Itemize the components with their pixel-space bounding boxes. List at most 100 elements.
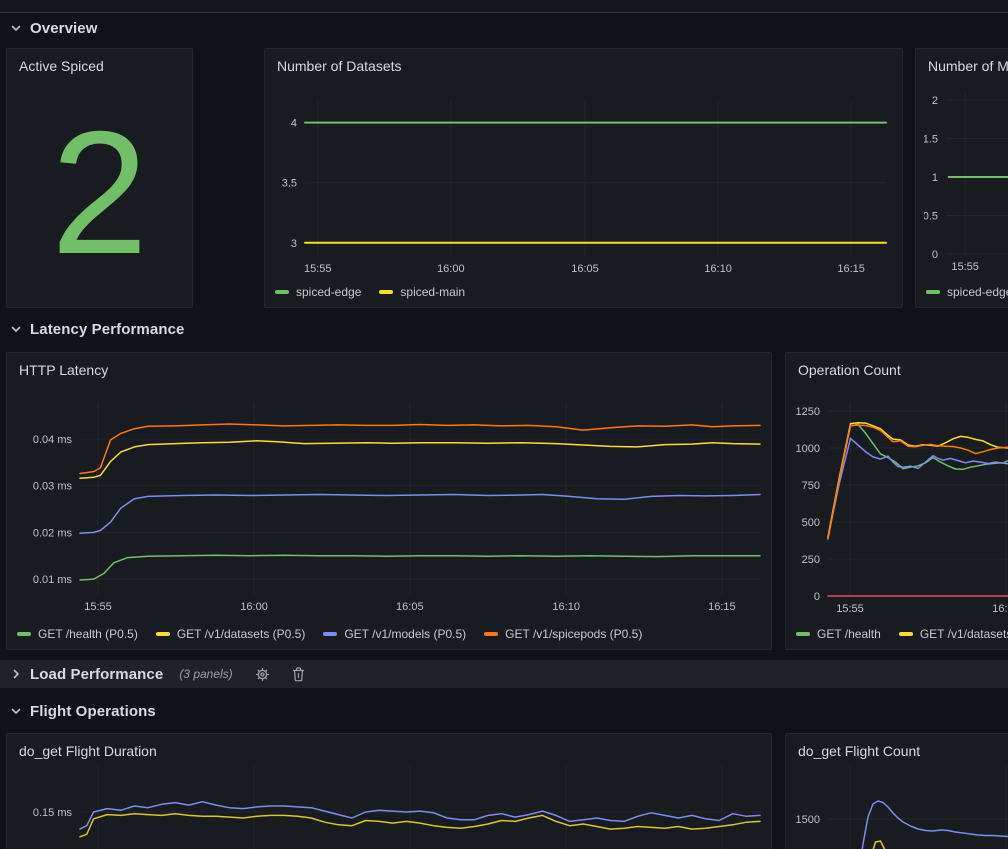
series-line bbox=[857, 841, 1008, 849]
panel-title[interactable]: HTTP Latency bbox=[19, 362, 108, 378]
legend-label: GET /health (P0.5) bbox=[38, 627, 138, 641]
legend-item[interactable]: GET /v1/datasets bbox=[899, 627, 1008, 641]
y-tick-label: 4 bbox=[291, 118, 297, 130]
chevron-right-icon bbox=[10, 668, 22, 680]
models-chart[interactable]: 00.511.5215:55 bbox=[924, 77, 1008, 279]
grafana-dashboard: { "page": { "bg": "#111217", "panel_bg":… bbox=[0, 0, 1008, 849]
panel-title[interactable]: Operation Count bbox=[798, 362, 901, 378]
legend-swatch bbox=[796, 632, 810, 636]
operation-count-chart[interactable]: 02505007501000125015:5516:00 bbox=[794, 381, 1008, 617]
legend-swatch bbox=[323, 632, 337, 636]
x-tick-label: 16:00 bbox=[437, 263, 465, 275]
stat-value: 2 bbox=[7, 49, 192, 307]
series-line bbox=[80, 424, 760, 474]
y-tick-label: 1.5 bbox=[924, 134, 938, 146]
x-tick-label: 15:55 bbox=[836, 603, 864, 615]
panel-operation-count: Operation Count 02505007501000125015:551… bbox=[785, 352, 1008, 650]
datasets-chart[interactable]: 3 3.5 4 15:55 16:00 16:05 16:10 16:15 bbox=[273, 77, 894, 279]
y-tick-label: 500 bbox=[802, 517, 820, 529]
panel-number-of-datasets: Number of Datasets 3 3.5 4 15:55 16:00 16:05 1… bbox=[264, 48, 903, 308]
legend-label: GET /v1/datasets bbox=[920, 627, 1008, 641]
y-tick-label: 0.15 ms bbox=[33, 807, 73, 819]
panel-do-get-flight-count: do_get Flight Count 150015:5516:00 bbox=[785, 733, 1008, 849]
section-row-flight[interactable]: Flight Operations bbox=[0, 698, 1008, 724]
legend-label: spiced-edge bbox=[947, 285, 1008, 299]
legend-swatch bbox=[484, 632, 498, 636]
panel-active-spiced: Active Spiced 2 bbox=[6, 48, 193, 308]
chart-legend: GET /health GET /v1/datasets bbox=[796, 627, 1008, 641]
legend-swatch bbox=[275, 290, 289, 294]
legend-item[interactable]: spiced-edge bbox=[275, 285, 361, 299]
series-line bbox=[80, 555, 760, 580]
x-tick-label: 15:55 bbox=[84, 601, 112, 613]
panel-title[interactable]: Number of Models bbox=[928, 58, 1008, 74]
section-title-overview: Overview bbox=[30, 20, 98, 37]
y-tick-label: 0.01 ms bbox=[33, 574, 73, 586]
legend-swatch bbox=[926, 290, 940, 294]
legend-item[interactable]: spiced-edge bbox=[926, 285, 1008, 299]
section-row-latency[interactable]: Latency Performance bbox=[0, 316, 1008, 342]
http-latency-chart[interactable]: 0.01 ms0.02 ms0.03 ms0.04 ms15:5516:0016… bbox=[15, 381, 763, 617]
legend-label: GET /v1/spicepods (P0.5) bbox=[505, 627, 642, 641]
series-line bbox=[80, 802, 760, 829]
panel-title[interactable]: do_get Flight Count bbox=[798, 743, 920, 759]
legend-item[interactable]: GET /v1/datasets (P0.5) bbox=[156, 627, 306, 641]
panel-number-of-models: Number of Models 00.511.5215:55 spiced-e… bbox=[915, 48, 1008, 308]
x-tick-label: 16:15 bbox=[837, 263, 865, 275]
legend-swatch bbox=[899, 632, 913, 636]
y-tick-label: 0 bbox=[814, 591, 820, 603]
x-tick-label: 16:05 bbox=[396, 601, 424, 613]
x-tick-label: 16:05 bbox=[571, 263, 599, 275]
chart-legend: spiced-edge bbox=[926, 285, 1008, 299]
flight-count-chart[interactable]: 150015:5516:00 bbox=[794, 762, 1008, 849]
section-title-load: Load Performance bbox=[30, 666, 163, 683]
x-tick-label: 16:15 bbox=[708, 601, 736, 613]
y-tick-label: 2 bbox=[932, 95, 938, 107]
x-tick-label: 15:55 bbox=[304, 263, 332, 275]
trash-icon[interactable] bbox=[292, 667, 305, 682]
y-tick-label: 0.02 ms bbox=[33, 527, 73, 539]
section-row-overview[interactable]: Overview bbox=[0, 14, 1008, 42]
x-tick-label: 15:55 bbox=[951, 261, 979, 273]
legend-item[interactable]: GET /health (P0.5) bbox=[17, 627, 138, 641]
section-title-latency: Latency Performance bbox=[30, 321, 184, 338]
chart-legend: spiced-edge spiced-main bbox=[275, 285, 465, 299]
y-tick-label: 3 bbox=[291, 238, 297, 250]
gear-icon[interactable] bbox=[255, 667, 270, 682]
legend-label: spiced-main bbox=[400, 285, 465, 299]
y-tick-label: 1000 bbox=[796, 443, 820, 455]
panel-title[interactable]: Number of Datasets bbox=[277, 58, 402, 74]
series-line bbox=[80, 495, 760, 534]
flight-duration-chart[interactable]: 0.15 ms15:5516:0016:0516:1016:15 bbox=[15, 762, 763, 849]
y-tick-label: 250 bbox=[802, 554, 820, 566]
x-tick-label: 16:00 bbox=[240, 601, 268, 613]
panel-title[interactable]: do_get Flight Duration bbox=[19, 743, 157, 759]
legend-swatch bbox=[17, 632, 31, 636]
legend-label: spiced-edge bbox=[296, 285, 361, 299]
legend-item[interactable]: GET /health bbox=[796, 627, 881, 641]
y-tick-label: 1500 bbox=[796, 814, 820, 826]
y-tick-label: 0.5 bbox=[924, 211, 938, 223]
series-line bbox=[80, 441, 760, 478]
legend-label: GET /health bbox=[817, 627, 881, 641]
y-tick-label: 3.5 bbox=[282, 178, 297, 190]
legend-label: GET /v1/models (P0.5) bbox=[344, 627, 466, 641]
chart-legend: GET /health (P0.5) GET /v1/datasets (P0.5… bbox=[17, 627, 642, 641]
panel-http-latency: HTTP Latency 0.01 ms0.02 ms0.03 ms0.04 m… bbox=[6, 352, 772, 650]
legend-item[interactable]: GET /v1/models (P0.5) bbox=[323, 627, 466, 641]
y-tick-label: 0 bbox=[932, 249, 938, 261]
section-title-flight: Flight Operations bbox=[30, 703, 156, 720]
x-tick-label: 16:10 bbox=[704, 263, 732, 275]
x-tick-label: 16:00 bbox=[992, 603, 1008, 615]
panel-do-get-flight-duration: do_get Flight Duration 0.15 ms15:5516:00… bbox=[6, 733, 772, 849]
legend-swatch bbox=[379, 290, 393, 294]
chevron-down-icon bbox=[10, 705, 22, 717]
x-tick-label: 16:10 bbox=[552, 601, 580, 613]
series-line bbox=[828, 438, 1008, 537]
top-divider bbox=[0, 0, 1008, 13]
panel-title[interactable]: Active Spiced bbox=[19, 58, 104, 74]
series-line bbox=[849, 801, 1008, 849]
section-row-load[interactable]: Load Performance (3 panels) bbox=[0, 660, 1008, 688]
legend-item[interactable]: spiced-main bbox=[379, 285, 465, 299]
legend-item[interactable]: GET /v1/spicepods (P0.5) bbox=[484, 627, 642, 641]
